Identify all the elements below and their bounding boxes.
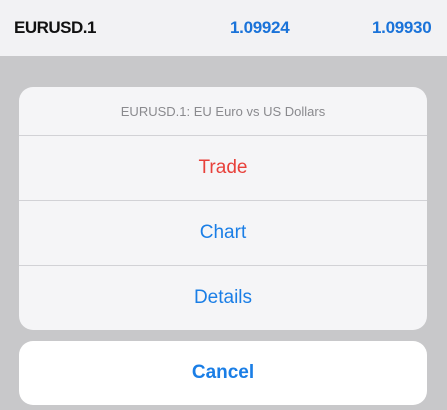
quote-row[interactable]: EURUSD.1 1.09924 1.09930 bbox=[0, 0, 447, 56]
screen: EURUSD.1 1.09924 1.09930 EURUSD.1: EU Eu… bbox=[0, 0, 447, 410]
quote-symbol: EURUSD.1 bbox=[14, 18, 96, 37]
details-button[interactable]: Details bbox=[19, 266, 427, 330]
action-sheet-title: EURUSD.1: EU Euro vs US Dollars bbox=[19, 87, 427, 136]
bid-price: 1.09924 bbox=[230, 18, 290, 37]
ask-price: 1.09930 bbox=[372, 18, 432, 37]
chart-button[interactable]: Chart bbox=[19, 201, 427, 266]
trade-button[interactable]: Trade bbox=[19, 136, 427, 201]
cancel-button[interactable]: Cancel bbox=[19, 341, 427, 405]
action-sheet: EURUSD.1: EU Euro vs US Dollars Trade Ch… bbox=[19, 87, 427, 330]
